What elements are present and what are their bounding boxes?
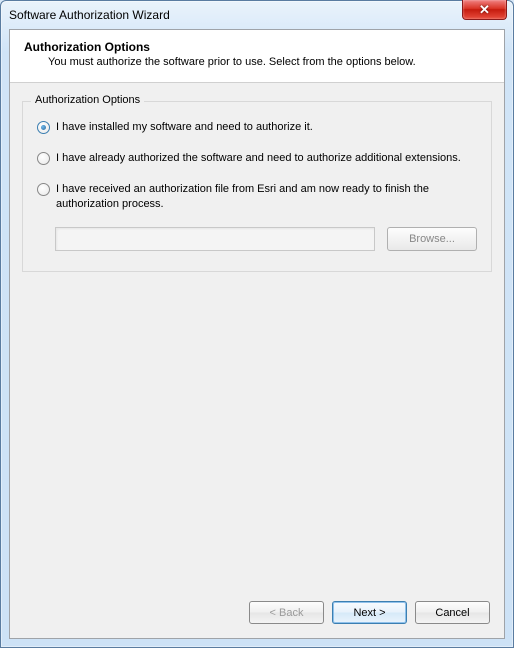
authorization-options-group: Authorization Options I have installed m… <box>22 101 492 272</box>
radio-label: I have received an authorization file fr… <box>56 182 477 212</box>
radio-option-additional-extensions[interactable]: I have already authorized the software a… <box>37 151 477 166</box>
next-button[interactable]: Next > <box>332 601 407 624</box>
authorization-file-path-input <box>55 227 375 251</box>
radio-option-authorization-file[interactable]: I have received an authorization file fr… <box>37 182 477 212</box>
wizard-header: Authorization Options You must authorize… <box>10 30 504 83</box>
browse-button: Browse... <box>387 227 477 251</box>
wizard-window: Software Authorization Wizard ✕ Authoriz… <box>0 0 514 648</box>
group-legend: Authorization Options <box>31 94 144 106</box>
radio-icon <box>37 121 50 134</box>
radio-dot-icon <box>41 125 46 130</box>
window-title: Software Authorization Wizard <box>9 8 509 22</box>
header-subtitle: You must authorize the software prior to… <box>24 56 490 68</box>
back-button: < Back <box>249 601 324 624</box>
cancel-button[interactable]: Cancel <box>415 601 490 624</box>
close-icon: ✕ <box>479 3 490 16</box>
wizard-footer: < Back Next > Cancel <box>10 591 504 638</box>
radio-label: I have installed my software and need to… <box>56 120 313 135</box>
close-button[interactable]: ✕ <box>462 0 507 20</box>
wizard-body: Authorization Options I have installed m… <box>10 83 504 591</box>
titlebar: Software Authorization Wizard ✕ <box>1 1 513 29</box>
radio-option-install-authorize[interactable]: I have installed my software and need to… <box>37 120 477 135</box>
radio-label: I have already authorized the software a… <box>56 151 461 166</box>
authorization-file-row: Browse... <box>55 227 477 251</box>
radio-icon <box>37 152 50 165</box>
header-title: Authorization Options <box>24 40 490 54</box>
radio-icon <box>37 183 50 196</box>
content-frame: Authorization Options You must authorize… <box>9 29 505 639</box>
